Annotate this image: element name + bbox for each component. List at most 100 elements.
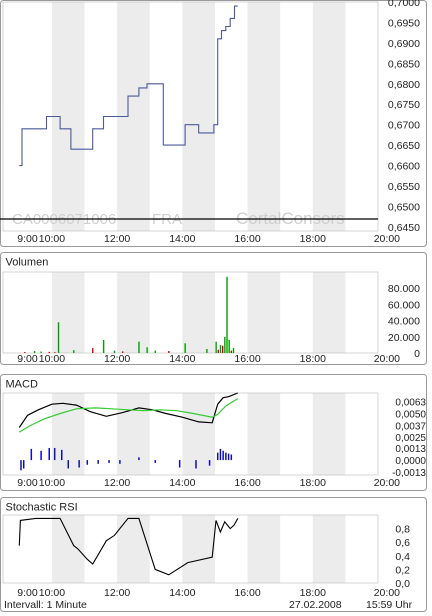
y-tick-label: 60.000 [388, 299, 420, 311]
volume-bar [154, 350, 156, 353]
macd-panel: MACD 0,0063 0,00500,00370,00250,00130,0000… [0, 374, 427, 491]
y-tick-label: 20.000 [388, 332, 420, 344]
y-tick-label: 0,6600 [388, 161, 420, 173]
x-tick-label: 14:00 [169, 587, 195, 599]
x-tick-label: 18:00 [300, 353, 326, 365]
volume-bar [146, 347, 148, 353]
y-tick-label: 0,6 [395, 537, 410, 549]
time-stripe [51, 515, 85, 583]
time-stripe [312, 515, 346, 583]
volume-panel: Volumen 80.000 60.000 40.000 20.000 0 9:00 10:0… [0, 252, 427, 365]
volume-bar [206, 348, 208, 353]
volume-bar [102, 340, 105, 353]
y-tick-label: 0,0025 [395, 433, 426, 444]
macd-histogram-bar [222, 450, 224, 461]
macd-histogram-bar [225, 452, 227, 461]
x-tick-label: 9:00 [17, 477, 38, 489]
volume-bar [215, 341, 217, 353]
x-tick-label: 12:00 [104, 477, 130, 489]
x-tick-label: 10:00 [39, 353, 65, 365]
macd-histogram-bar [40, 450, 42, 461]
macd-histogram-bar [154, 460, 156, 463]
macd-histogram-bar [178, 460, 181, 468]
x-tick-label: 16:00 [234, 353, 260, 365]
y-tick-label: 0,6850 [388, 58, 420, 70]
panel-title: Volumen [6, 257, 49, 269]
y-tick-label: 0,6800 [388, 79, 420, 91]
macd-histogram-bar [86, 460, 89, 465]
y-tick-label: 0,6750 [388, 99, 420, 111]
time-stripe [182, 272, 215, 353]
volume-bar [57, 322, 60, 353]
x-tick-label: 18:00 [300, 587, 326, 599]
y-tick-label: 0,6550 [388, 181, 420, 193]
x-tick-label: 20:00 [374, 477, 400, 489]
macd-histogram-bar [60, 449, 63, 461]
time-stripe [117, 393, 150, 475]
macd-histogram-bar [108, 460, 110, 463]
volume-bar [92, 348, 94, 353]
x-tick-label: 18:00 [300, 477, 326, 489]
volume-bar [138, 341, 140, 353]
y-tick-label: 0 [414, 348, 420, 360]
time-stripe [51, 272, 85, 353]
y-tick-label: 80.000 [388, 283, 420, 295]
y-tick-label: 0,6700 [388, 120, 420, 132]
x-tick-label: 16:00 [234, 233, 260, 245]
macd-histogram-bar [138, 457, 140, 461]
x-tick-label: 9:00 [17, 233, 38, 245]
volume-bar [228, 340, 230, 353]
x-tick-label: 14:00 [169, 233, 195, 245]
y-tick-label: 0,2 [395, 564, 410, 576]
macd-histogram-bar [53, 447, 56, 461]
y-tick-label: 0,0013 [395, 444, 426, 455]
volume-bar [230, 350, 233, 353]
x-tick-label: 12:00 [104, 587, 130, 599]
macd-histogram-bar [216, 452, 219, 461]
y-tick-label: 0,8 [395, 524, 410, 536]
y-tick-label: 0,7000 [388, 0, 420, 9]
time-stripe [117, 272, 150, 353]
x-tick-label: 9:00 [17, 587, 38, 599]
y-tick-label: 0,6650 [388, 140, 420, 152]
time-label: 15:59 Uhr [366, 599, 413, 611]
x-tick-label: 20:00 [374, 233, 400, 245]
time-stripe [247, 393, 281, 475]
y-tick-label: 0,0000 [395, 456, 426, 467]
time-stripe [182, 515, 215, 583]
macd-histogram-bar [30, 448, 33, 461]
y-tick-label: 0,0050 [395, 410, 426, 421]
time-stripe [312, 2, 346, 231]
time-stripe [247, 515, 281, 583]
x-tick-label: 16:00 [234, 587, 260, 599]
time-stripe [247, 2, 281, 231]
y-tick-label: 0,0063 [395, 397, 426, 408]
time-stripe [247, 272, 281, 353]
x-tick-label: 9:00 [17, 353, 38, 365]
stochastic-rsi-panel: Stochastic RSI0,80,60,40,20,09:00 10:00 12… [0, 497, 427, 612]
y-tick-label: 0,0037 [395, 422, 426, 433]
time-stripe [312, 272, 346, 353]
y-tick-label: 0,6900 [388, 38, 420, 50]
x-tick-label: 12:00 [104, 233, 130, 245]
panel-title: MACD [6, 379, 38, 391]
y-tick-label: 40.000 [388, 316, 420, 328]
volume-bar [226, 276, 228, 353]
macd-histogram-bar [20, 460, 22, 471]
macd-histogram-bar [119, 460, 121, 464]
volume-bar [224, 336, 226, 353]
macd-histogram-bar [227, 453, 230, 461]
x-tick-label: 10:00 [39, 233, 65, 245]
x-tick-label: 14:00 [169, 477, 195, 489]
x-tick-label: 12:00 [104, 353, 130, 365]
x-tick-label: 14:00 [169, 353, 195, 365]
macd-histogram-bar [195, 460, 197, 469]
macd-histogram-bar [48, 447, 50, 461]
time-stripe [182, 2, 215, 231]
y-tick-label: 0,6500 [388, 201, 420, 213]
volume-bar [184, 343, 186, 353]
panel-title: Stochastic RSI [6, 502, 78, 514]
x-tick-label: 18:00 [300, 233, 326, 245]
y-tick-label: 0,4 [395, 551, 410, 563]
date-label: 27.02.2008 [289, 599, 342, 611]
